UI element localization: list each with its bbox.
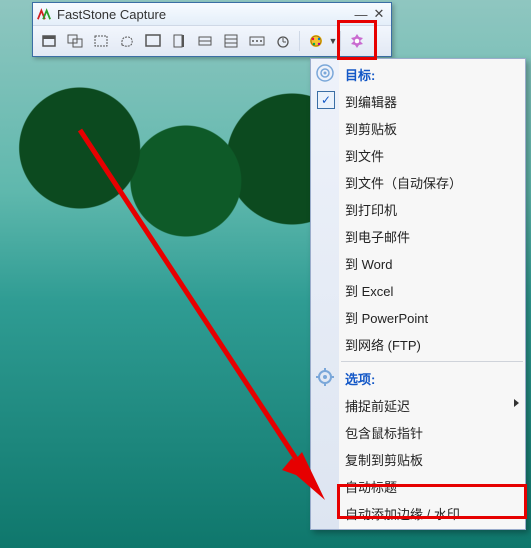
output-dropdown-menu: 目标: ✓ 到编辑器 到剪贴板 到文件 到文件（自动保存） 到打印机 到电子邮件…: [310, 58, 526, 530]
menu-item-to-file[interactable]: 到文件: [311, 142, 525, 169]
menu-item-copy-clipboard[interactable]: 复制到剪贴板: [311, 446, 525, 473]
menu-item-auto-edge-watermark[interactable]: 自动添加边缘 / 水印: [311, 500, 525, 527]
menu-item-label: 自动标题: [345, 480, 397, 495]
capture-window-object-button[interactable]: [63, 29, 87, 53]
capture-scrolling-button[interactable]: [167, 29, 191, 53]
menu-item-to-email[interactable]: 到电子邮件: [311, 223, 525, 250]
menu-item-label: 到打印机: [345, 203, 397, 218]
menu-item-label: 到 Excel: [345, 284, 393, 299]
menu-item-to-file-autosave[interactable]: 到文件（自动保存）: [311, 169, 525, 196]
close-button[interactable]: ✕: [371, 7, 387, 21]
capture-freehand-button[interactable]: [115, 29, 139, 53]
menu-separator: [341, 361, 523, 362]
screen-recorder-button[interactable]: [245, 29, 269, 53]
gear-icon: [315, 367, 335, 387]
capture-rect-button[interactable]: [89, 29, 113, 53]
menu-item-to-clipboard[interactable]: 到剪贴板: [311, 115, 525, 142]
toolbar: ▼: [33, 26, 391, 56]
menu-item-label: 自动添加边缘 / 水印: [345, 507, 460, 522]
app-logo-icon: [37, 7, 51, 21]
menu-header-target-label: 目标:: [345, 68, 375, 83]
menu-item-include-cursor[interactable]: 包含鼠标指针: [311, 419, 525, 446]
check-icon: ✓: [317, 91, 335, 109]
menu-item-to-word[interactable]: 到 Word: [311, 250, 525, 277]
title-bar: FastStone Capture — ✕: [33, 3, 391, 26]
menu-item-label: 到 Word: [345, 257, 392, 272]
output-settings-dropdown-caret[interactable]: ▼: [330, 30, 336, 52]
menu-item-label: 捕捉前延迟: [345, 399, 410, 414]
menu-item-label: 到编辑器: [345, 95, 397, 110]
menu-item-label: 到文件: [345, 149, 384, 164]
menu-item-label: 复制到剪贴板: [345, 453, 423, 468]
menu-item-to-excel[interactable]: 到 Excel: [311, 277, 525, 304]
menu-item-label: 到网络 (FTP): [345, 338, 421, 353]
menu-item-to-editor[interactable]: ✓ 到编辑器: [311, 88, 525, 115]
target-icon: [315, 63, 335, 83]
menu-header-options-label: 选项:: [345, 372, 375, 387]
menu-item-auto-title[interactable]: 自动标题: [311, 473, 525, 500]
output-settings-button[interactable]: [304, 29, 328, 53]
minimize-button[interactable]: —: [353, 7, 369, 21]
menu-item-to-ftp[interactable]: 到网络 (FTP): [311, 331, 525, 358]
settings-button[interactable]: [345, 29, 369, 53]
menu-header-target: 目标:: [311, 61, 525, 88]
toolbar-separator: [299, 31, 300, 51]
menu-item-to-printer[interactable]: 到打印机: [311, 196, 525, 223]
capture-active-window-button[interactable]: [37, 29, 61, 53]
delay-button[interactable]: [271, 29, 295, 53]
app-window: FastStone Capture — ✕ ▼: [32, 2, 392, 57]
menu-item-to-powerpoint[interactable]: 到 PowerPoint: [311, 304, 525, 331]
app-title: FastStone Capture: [57, 7, 351, 22]
menu-item-label: 到文件（自动保存）: [345, 176, 462, 191]
menu-item-label: 包含鼠标指针: [345, 426, 423, 441]
submenu-arrow-icon: [514, 399, 519, 407]
menu-item-label: 到电子邮件: [345, 230, 410, 245]
capture-fixed-button[interactable]: [193, 29, 217, 53]
menu-item-delay[interactable]: 捕捉前延迟: [311, 392, 525, 419]
menu-header-options: 选项:: [311, 365, 525, 392]
toolbar-separator: [340, 31, 341, 51]
capture-fullscreen-button[interactable]: [141, 29, 165, 53]
menu-item-label: 到 PowerPoint: [345, 311, 428, 326]
menu-item-label: 到剪贴板: [345, 122, 397, 137]
capture-repeat-last-button[interactable]: [219, 29, 243, 53]
